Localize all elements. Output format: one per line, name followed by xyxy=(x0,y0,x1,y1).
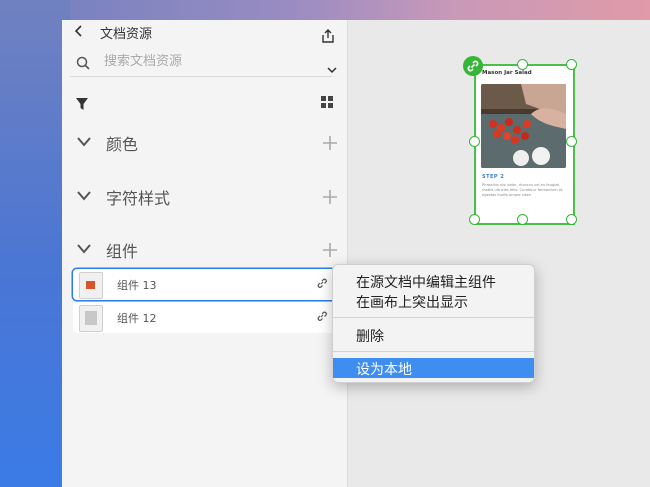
panel-title: 文档资源 xyxy=(100,27,153,42)
menu-item-edit-main-component[interactable]: 在源文档中编辑主组件 xyxy=(333,271,534,291)
context-menu: 在源文档中编辑主组件 在画布上突出显示 删除 设为本地 xyxy=(332,264,535,383)
section-colors[interactable]: 颜色 xyxy=(76,130,338,160)
card-image xyxy=(481,84,566,168)
add-icon[interactable] xyxy=(322,242,338,258)
resize-handle-left[interactable] xyxy=(469,136,480,147)
resize-handle-bottom-left[interactable] xyxy=(469,214,480,225)
resize-handle-bottom[interactable] xyxy=(517,214,528,225)
component-thumbnail xyxy=(79,305,103,332)
menu-item-delete[interactable]: 删除 xyxy=(333,325,534,345)
search-bar xyxy=(70,50,332,77)
search-options-chevron-icon[interactable] xyxy=(326,64,338,76)
menu-item-highlight-on-canvas[interactable]: 在画布上突出显示 xyxy=(333,291,534,311)
resize-handle-top-right[interactable] xyxy=(566,59,577,70)
card-title: Mason Jar Salad xyxy=(482,70,532,76)
chevron-down-icon xyxy=(77,191,91,201)
search-icon xyxy=(76,56,90,70)
search-input[interactable] xyxy=(104,51,304,71)
add-icon[interactable] xyxy=(322,189,338,205)
menu-separator xyxy=(333,317,534,318)
component-link-badge[interactable] xyxy=(463,56,483,76)
cooking-photo xyxy=(481,84,566,168)
resize-handle-top[interactable] xyxy=(517,59,528,70)
grid-view-icon[interactable] xyxy=(321,96,333,108)
component-card[interactable]: Mason Jar Salad STEP 2 Phasellus nisi do… xyxy=(474,64,575,225)
component-label: 组件 12 xyxy=(117,312,157,325)
menu-item-make-local[interactable]: 设为本地 xyxy=(333,358,534,378)
section-label: 字符样式 xyxy=(106,189,171,208)
component-label: 组件 13 xyxy=(117,279,157,292)
menu-separator xyxy=(333,351,534,352)
desktop-background xyxy=(0,0,70,487)
section-label: 颜色 xyxy=(106,135,139,154)
document-assets-panel: 文档资源 颜色 字符样式 组件 xyxy=(62,20,348,487)
component-row-12[interactable]: 组件 12 xyxy=(73,302,337,333)
resize-handle-bottom-right[interactable] xyxy=(566,214,577,225)
section-character-styles[interactable]: 字符样式 xyxy=(76,184,338,214)
chevron-down-icon xyxy=(77,137,91,147)
add-icon[interactable] xyxy=(322,135,338,151)
link-icon xyxy=(467,60,479,72)
link-icon[interactable] xyxy=(316,277,328,289)
component-thumbnail xyxy=(79,272,103,299)
export-icon[interactable] xyxy=(320,28,336,44)
section-label: 组件 xyxy=(106,242,139,261)
link-icon[interactable] xyxy=(316,310,328,322)
back-arrow-icon[interactable] xyxy=(72,24,86,38)
resize-handle-right[interactable] xyxy=(566,136,577,147)
card-step-label: STEP 2 xyxy=(482,174,505,180)
component-row-13[interactable]: 组件 13 xyxy=(73,269,337,300)
filter-icon[interactable] xyxy=(76,98,88,110)
card-body-text: Phasellus nisi dolor, rhoncus vel eu feu… xyxy=(482,183,564,197)
chevron-down-icon xyxy=(77,244,91,254)
section-components[interactable]: 组件 xyxy=(76,237,338,267)
